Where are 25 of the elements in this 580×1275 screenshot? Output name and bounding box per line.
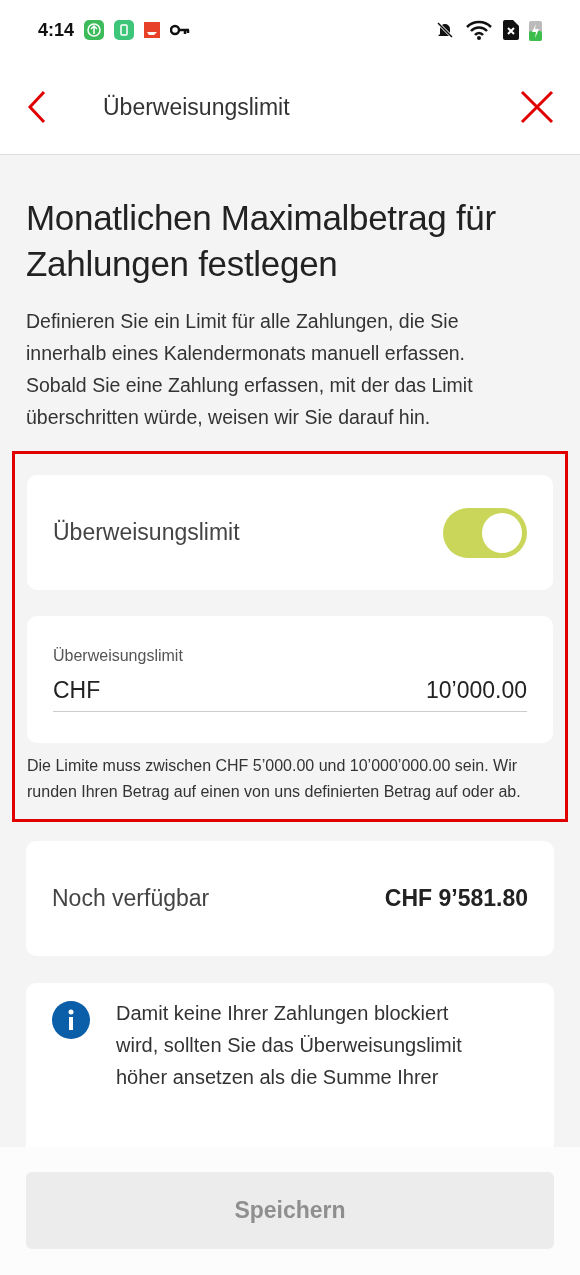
hint-text: Die Limite muss zwischen CHF 5’000.00 und 10’000’000.00 sein. Wir runden Ihren Betrag auf einen von uns definierten Betrag auf oder ab. (27, 756, 522, 802)
app-icon (144, 22, 161, 38)
info-text: Damit keine Ihrer Zahlungen blockiert wird, sollten Sie das Überweisungslimit höher ansetzen als die Summe Ihrer (116, 1001, 463, 1090)
back-icon[interactable] (26, 90, 48, 124)
available-label: Noch verfügbar (52, 884, 211, 914)
currency-label: CHF (53, 676, 102, 706)
limit-switch[interactable] (443, 507, 527, 558)
page-heading: Monatlichen Maximalbetrag für Zahlungen festlegen (26, 197, 497, 285)
amount-value: 10’000.00 (425, 676, 527, 706)
status-time: 4:14 (38, 18, 75, 42)
amount-field[interactable]: CHF 10’000.00 (53, 670, 527, 712)
header-title: Überweisungslimit (103, 92, 291, 122)
key-icon (170, 24, 191, 36)
muted-bell-icon (435, 20, 455, 40)
battery-icon (529, 19, 542, 41)
field-label: Überweisungslimit (53, 646, 184, 666)
available-value: CHF 9’581.80 (384, 884, 528, 914)
description-text: Definieren Sie ein Limit für alle Zahlungen, die Sie innerhalb eines Kalendermonats manuell erfassen. Sobald Sie eine Zahlung erfassen, mit der das Limit überschritten würde, weisen wir Sie darauf hin. (26, 309, 474, 430)
close-icon[interactable] (520, 90, 554, 124)
sim-icon (503, 20, 519, 40)
toggle-label: Überweisungslimit (53, 518, 241, 548)
info-icon (52, 1001, 90, 1039)
wifi-icon (465, 20, 493, 40)
upload-icon (84, 20, 105, 40)
battery-app-icon (114, 20, 135, 40)
